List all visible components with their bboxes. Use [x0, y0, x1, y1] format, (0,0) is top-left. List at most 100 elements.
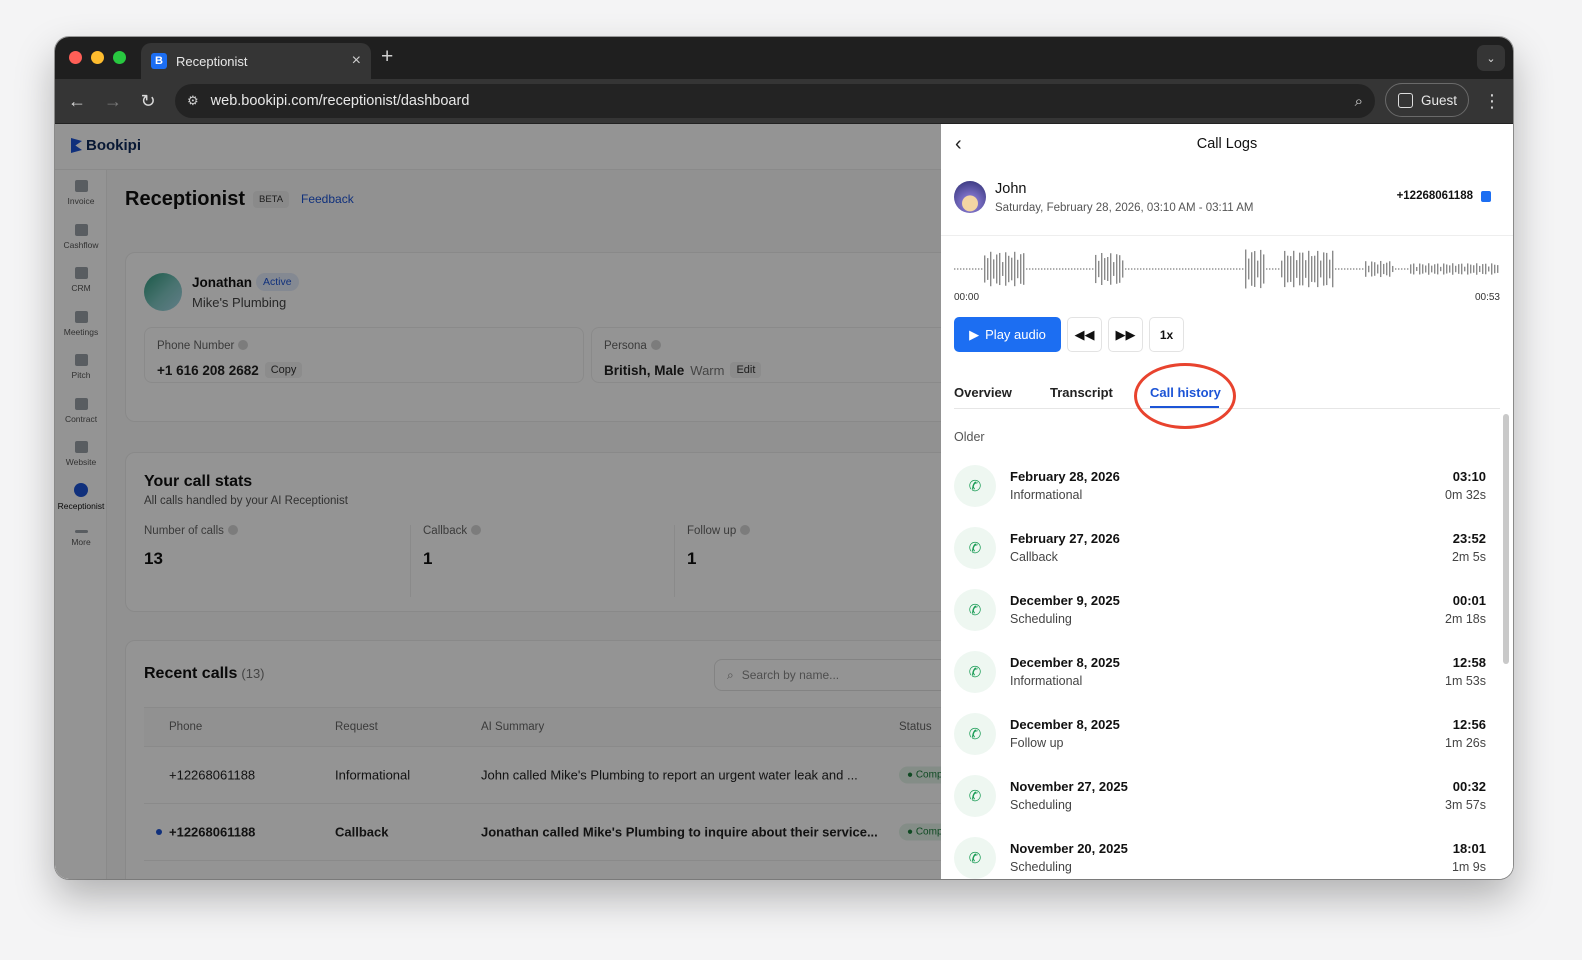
close-window-button[interactable] [69, 51, 82, 64]
call-type: Scheduling [1010, 798, 1072, 812]
waveform-bar [1446, 264, 1448, 274]
waveform-bar [1455, 265, 1457, 273]
waveform-bar [993, 259, 995, 279]
waveform-bar [1428, 263, 1430, 275]
incoming-call-icon: ✆ [954, 589, 996, 631]
call-time: 00:01 [1452, 593, 1486, 608]
waveform-bar [969, 268, 971, 270]
waveform-bar [1110, 253, 1112, 285]
list-item[interactable]: ✆ December 8, 2025 Follow up 12:56 1m 26s [954, 702, 1486, 764]
audio-waveform[interactable] [954, 244, 1500, 294]
call-duration: 1m 53s [1445, 674, 1486, 688]
address-bar[interactable]: ⚙ web.bookipi.com/receptionist/dashboard… [175, 84, 1375, 118]
call-logs-drawer: ‹ Call Logs John Saturday, February 28, … [941, 124, 1513, 879]
rewind-button[interactable]: ◀◀ [1067, 317, 1102, 352]
call-time: 23:52 [1452, 531, 1486, 546]
site-settings-icon[interactable]: ⚙ [187, 93, 199, 109]
list-item[interactable]: ✆ December 9, 2025 Scheduling 00:01 2m 18s [954, 578, 1486, 640]
waveform-bar [1182, 268, 1184, 270]
call-duration: 3m 57s [1445, 798, 1486, 812]
call-date: February 28, 2026 [1010, 469, 1120, 484]
maximize-window-button[interactable] [113, 51, 126, 64]
waveform-bar [1083, 268, 1085, 270]
minimize-window-button[interactable] [91, 51, 104, 64]
waveform-bar [978, 268, 980, 270]
waveform-bar [1260, 249, 1262, 289]
drawer-title: Call Logs [1196, 136, 1258, 152]
call-date: December 8, 2025 [1010, 717, 1120, 732]
profile-button[interactable]: Guest [1385, 83, 1469, 117]
waveform-bar [1374, 262, 1376, 276]
time-end: 00:53 [1474, 292, 1500, 303]
waveform-bar [1287, 255, 1289, 283]
waveform-bar [1140, 268, 1142, 270]
waveform-bar [1434, 264, 1436, 274]
play-audio-button[interactable]: ▶ Play audio [954, 317, 1061, 352]
tab-overview[interactable]: Overview [954, 385, 1012, 400]
playback-speed-button[interactable]: 1x [1149, 317, 1184, 352]
profile-icon [1398, 92, 1413, 108]
waveform-bar [987, 258, 989, 280]
tab-transcript[interactable]: Transcript [1050, 385, 1113, 400]
waveform-bar [1266, 268, 1268, 270]
waveform-bar [1272, 268, 1274, 270]
call-type: Follow up [1010, 736, 1064, 750]
zoom-icon[interactable]: ⌕ [1355, 93, 1363, 110]
copy-icon[interactable] [1481, 190, 1491, 202]
modal-backdrop[interactable] [55, 124, 941, 879]
list-item[interactable]: ✆ November 20, 2025 Scheduling 18:01 1m 9s [954, 826, 1486, 879]
waveform-bar [1263, 254, 1265, 284]
tab-close-icon[interactable]: × [352, 53, 361, 69]
waveform-bar [1476, 263, 1478, 275]
waveform-bar [1098, 260, 1100, 278]
incoming-call-icon: ✆ [954, 775, 996, 817]
waveform-bar [1023, 253, 1025, 285]
forward-arrow-icon[interactable]: → [101, 89, 125, 113]
waveform-bar [1389, 261, 1391, 277]
waveform-bar [1443, 263, 1445, 275]
waveform-bar [999, 252, 1001, 286]
list-item[interactable]: ✆ November 27, 2025 Scheduling 00:32 3m 57s [954, 764, 1486, 826]
waveform-bar [1101, 253, 1103, 285]
time-start: 00:00 [954, 292, 980, 303]
call-date: February 27, 2026 [1010, 531, 1120, 546]
waveform-bar [1059, 268, 1061, 270]
waveform-bar [1239, 268, 1241, 270]
waveform-bar [1122, 260, 1124, 278]
waveform-bar [1437, 263, 1439, 275]
back-arrow-icon[interactable]: ← [65, 89, 89, 113]
waveform-bar [1017, 259, 1019, 279]
reload-icon[interactable]: ↻ [136, 89, 160, 113]
call-date: November 27, 2025 [1010, 779, 1128, 794]
list-item[interactable]: ✆ February 28, 2026 Informational 03:10 0m 3… [954, 454, 1486, 516]
waveform-bar [1365, 261, 1367, 277]
waveform-bar [1191, 268, 1193, 270]
url-text[interactable]: web.bookipi.com/receptionist/dashboard [211, 93, 1343, 109]
waveform-bar [954, 268, 956, 270]
call-duration: 1m 9s [1451, 860, 1486, 874]
fast-forward-button[interactable]: ▶▶ [1108, 317, 1143, 352]
list-item[interactable]: ✆ February 27, 2026 Callback 23:52 2m 5s [954, 516, 1486, 578]
waveform-bar [1032, 268, 1034, 270]
waveform-bar [1242, 268, 1244, 270]
browser-menu-icon[interactable]: ⋮ [1483, 89, 1501, 113]
incoming-call-icon: ✆ [954, 651, 996, 693]
waveform-bar [1299, 252, 1301, 286]
fast-forward-icon: ▶▶ [1115, 326, 1136, 342]
list-item[interactable]: ✆ December 8, 2025 Informational 12:58 1m 53… [954, 640, 1486, 702]
waveform-bar [966, 268, 968, 270]
waveform-bar [1188, 268, 1190, 270]
new-tab-icon[interactable]: + [381, 46, 393, 67]
section-label-older: Older [954, 430, 985, 444]
waveform-bar [1308, 250, 1310, 288]
waveform-bar [1128, 268, 1130, 270]
waveform-bar [975, 268, 977, 270]
tab-search-chevron-icon[interactable]: ⌄ [1477, 45, 1505, 71]
call-time: 03:10 [1452, 469, 1486, 484]
waveform-bar [1491, 263, 1493, 275]
waveform-bar [1488, 266, 1490, 272]
browser-tab[interactable]: B Receptionist × [141, 43, 371, 79]
call-datetime: Saturday, February 28, 2026, 03:10 AM - … [995, 202, 1254, 214]
scrollbar-thumb[interactable] [1503, 414, 1509, 664]
waveform-bar [1008, 255, 1010, 283]
